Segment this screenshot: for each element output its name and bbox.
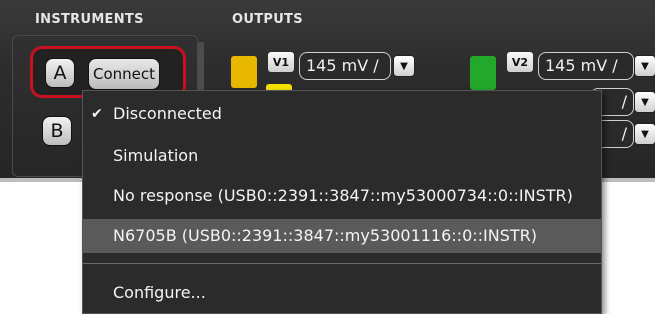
checkmark-icon: ✔ <box>91 106 103 122</box>
v2-scale-field[interactable]: 145 mV / <box>538 52 634 80</box>
row2-scale-dropdown-icon[interactable]: ▼ <box>634 91 655 113</box>
instrument-b-button[interactable]: B <box>42 116 72 146</box>
row3-scale-dropdown-icon[interactable]: ▼ <box>634 123 655 145</box>
v1-badge: V1 <box>268 52 294 72</box>
menu-item-label: N6705B (USB0::2391::3847::my53001116::0:… <box>113 226 538 245</box>
menu-item-n6705b[interactable]: N6705B (USB0::2391::3847::my53001116::0:… <box>83 219 601 253</box>
instrument-a-button[interactable]: A <box>45 58 75 88</box>
v2-color-swatch <box>470 56 496 90</box>
v1-color-swatch <box>231 56 257 88</box>
menu-item-label: No response (USB0::2391::3847::my5300073… <box>113 186 573 205</box>
menu-item-label: Simulation <box>113 146 199 165</box>
instruments-heading: INSTRUMENTS <box>35 12 144 27</box>
menu-item-simulation[interactable]: Simulation <box>83 139 601 173</box>
menu-item-label: Configure... <box>113 283 206 302</box>
v2-scale-dropdown-icon[interactable]: ▼ <box>634 55 655 77</box>
menu-item-label: Disconnected <box>113 104 222 123</box>
connection-dropdown-menu: ✔ Disconnected Simulation No response (U… <box>82 90 602 314</box>
menu-item-configure[interactable]: Configure... <box>83 276 601 310</box>
menu-separator <box>83 263 601 264</box>
outputs-heading: OUTPUTS <box>232 12 303 27</box>
v1-scale-field[interactable]: 145 mV / <box>299 52 391 80</box>
menu-item-no-response[interactable]: No response (USB0::2391::3847::my5300073… <box>83 179 601 213</box>
v2-badge: V2 <box>507 52 533 72</box>
v1-scale-dropdown-icon[interactable]: ▼ <box>393 55 415 77</box>
connect-button[interactable]: Connect <box>88 58 160 90</box>
menu-item-disconnected[interactable]: ✔ Disconnected <box>83 97 601 131</box>
